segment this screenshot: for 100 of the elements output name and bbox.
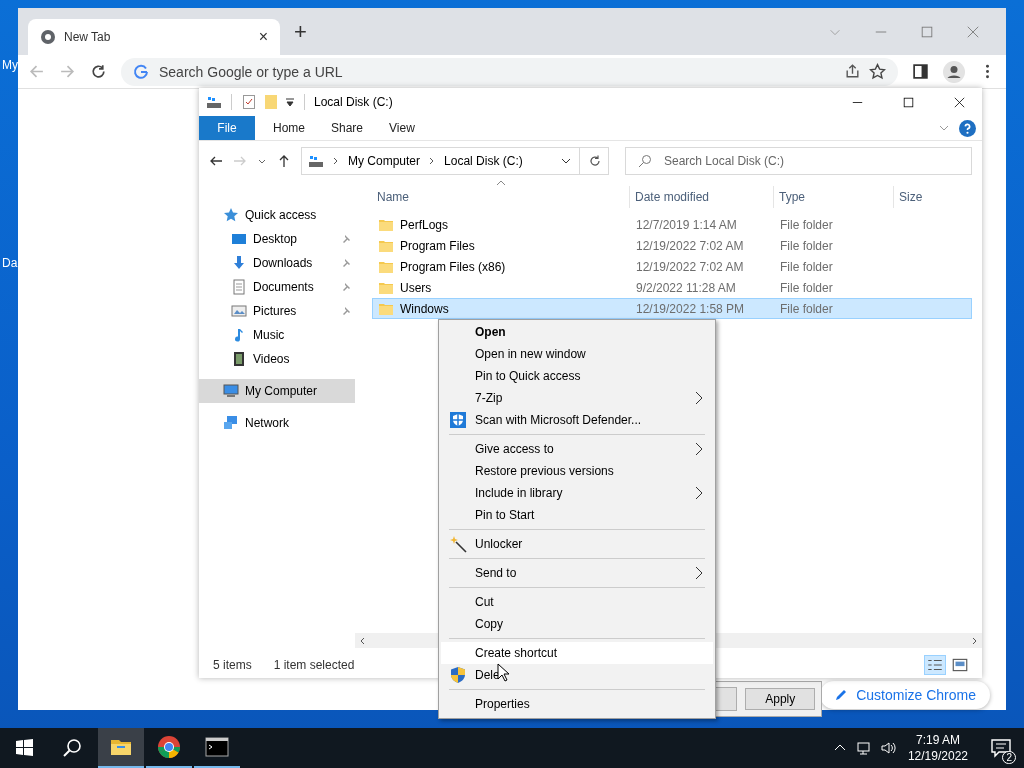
type-cell: File folder (780, 280, 833, 295)
nav-item[interactable]: Network (199, 411, 355, 435)
menu-item[interactable]: Open in new window (441, 343, 713, 365)
nav-item[interactable]: Pictures (199, 299, 355, 323)
ribbon-tab[interactable]: Home (265, 121, 313, 135)
clock-date[interactable]: 12/19/2022 (907, 749, 968, 763)
column-header[interactable]: Type (774, 186, 894, 208)
chrome-logo-icon (157, 735, 181, 759)
apply-button[interactable]: Apply (745, 688, 815, 710)
type-cell: File folder (780, 238, 833, 253)
nav-item[interactable]: Desktop (199, 227, 355, 251)
google-icon (133, 63, 149, 80)
pin-icon[interactable] (341, 282, 351, 292)
customize-toolbar-icon[interactable] (285, 97, 295, 107)
type-cell: File folder (780, 259, 833, 274)
menu-item[interactable]: Scan with Microsoft Defender... (441, 409, 713, 431)
network-icon (223, 415, 239, 431)
nav-label: Pictures (253, 304, 298, 318)
profile-icon[interactable] (943, 60, 965, 83)
notifications-icon[interactable] (989, 736, 1013, 760)
sort-ascending-icon (496, 180, 506, 186)
column-header[interactable]: Name (372, 186, 630, 208)
menu-item[interactable]: Pin to Start (441, 504, 713, 526)
taskbar-app[interactable] (98, 728, 144, 768)
close-icon[interactable] (954, 96, 965, 108)
nav-item[interactable]: Downloads (199, 251, 355, 275)
menu-item[interactable]: Unlocker (441, 533, 713, 555)
menu-item[interactable]: Open (441, 321, 713, 343)
notification-count: 2 (1002, 751, 1016, 764)
help-icon[interactable] (959, 119, 976, 137)
ribbon-tab[interactable]: Share (323, 121, 372, 135)
file-row[interactable]: PerfLogs 12/7/2019 1:14 AM File folder (372, 214, 972, 235)
menu-item[interactable]: Include in library (441, 482, 713, 504)
dropdown-icon[interactable] (561, 156, 571, 166)
desktop-icon-label[interactable]: My (2, 58, 18, 72)
customize-chrome-button[interactable]: Customize Chrome (820, 681, 990, 709)
up-icon[interactable] (277, 154, 291, 168)
file-row[interactable]: Program Files (x86) 12/19/2022 7:02 AM File folder (372, 256, 972, 277)
nav-label: Quick access (245, 208, 318, 222)
nav-item[interactable]: Music (199, 323, 355, 347)
menu-item[interactable]: Give access to (441, 438, 713, 460)
desktop-icon-label[interactable]: Da (2, 256, 18, 270)
file-row[interactable]: Windows 12/19/2022 1:58 PM File folder (372, 298, 972, 319)
column-header[interactable]: Size (894, 186, 972, 208)
menu-item[interactable]: Restore previous versions (441, 460, 713, 482)
date-cell: 9/2/2022 11:28 AM (636, 280, 736, 295)
pencil-icon (834, 688, 849, 702)
menu-item[interactable]: Properties (441, 693, 713, 715)
clock-time[interactable]: 7:19 AM (915, 733, 960, 747)
menu-item[interactable]: Cut (441, 591, 713, 613)
browser-tab[interactable]: New Tab × (28, 19, 280, 55)
nav-item[interactable]: Documents (199, 275, 355, 299)
maximize-icon[interactable] (903, 96, 914, 108)
scroll-right-icon[interactable] (970, 636, 978, 645)
details-view-icon[interactable] (924, 655, 946, 675)
star-icon[interactable] (869, 63, 886, 80)
date-cell: 12/7/2019 1:14 AM (636, 217, 737, 232)
share-icon[interactable] (844, 63, 861, 80)
file-row[interactable]: Program Files 12/19/2022 7:02 AM File folder (372, 235, 972, 256)
menu-item[interactable]: Pin to Quick access (441, 365, 713, 387)
breadcrumb[interactable]: My Computer (348, 154, 421, 168)
downloads-icon (231, 255, 247, 271)
drive-icon (308, 153, 324, 169)
address-bar[interactable]: Search Google or type a URL (121, 57, 898, 86)
network-icon[interactable] (855, 740, 872, 756)
large-icons-view-icon[interactable] (950, 656, 970, 674)
address-field[interactable]: Search Google or type a URL (157, 62, 461, 81)
documents-icon (231, 279, 247, 295)
volume-icon[interactable] (879, 740, 896, 756)
search-box[interactable]: Search Local Disk (C:) (625, 147, 972, 175)
menu-item[interactable]: 7-Zip (441, 387, 713, 409)
reload-icon[interactable] (90, 63, 107, 80)
refresh-icon[interactable] (588, 154, 602, 168)
type-cell: File folder (780, 301, 833, 316)
menu-item[interactable]: Send to (441, 562, 713, 584)
back-icon[interactable] (209, 154, 223, 168)
nav-item[interactable]: Quick access (199, 203, 355, 227)
file-menu[interactable]: File (199, 116, 255, 140)
breadcrumb[interactable]: Local Disk (C:) (444, 154, 523, 168)
pin-icon[interactable] (341, 306, 351, 316)
desktop-icon (231, 231, 247, 247)
pin-icon[interactable] (341, 258, 351, 268)
address-bar[interactable]: My Computer Local Disk (C:) (301, 147, 609, 175)
expand-ribbon-icon[interactable] (939, 123, 949, 133)
side-panel-icon[interactable] (912, 63, 929, 80)
security-shield-icon (449, 666, 467, 684)
new-tab-button[interactable]: + (294, 18, 307, 45)
menu-item[interactable]: Create shortcut (441, 642, 713, 664)
nav-item[interactable]: My Computer (199, 379, 355, 403)
scroll-left-icon[interactable] (359, 636, 367, 645)
properties-icon[interactable] (241, 94, 257, 110)
ribbon-tab[interactable]: View (381, 121, 423, 135)
nav-label: Downloads (253, 256, 314, 270)
pin-icon[interactable] (341, 234, 351, 244)
menu-item[interactable]: Copy (441, 613, 713, 635)
nav-item[interactable]: Videos (199, 347, 355, 371)
column-header[interactable]: Date modified (630, 186, 774, 208)
file-row[interactable]: Users 9/2/2022 11:28 AM File folder (372, 277, 972, 298)
close-tab-button[interactable]: × (258, 28, 268, 46)
mouse-pointer-icon (497, 663, 509, 682)
